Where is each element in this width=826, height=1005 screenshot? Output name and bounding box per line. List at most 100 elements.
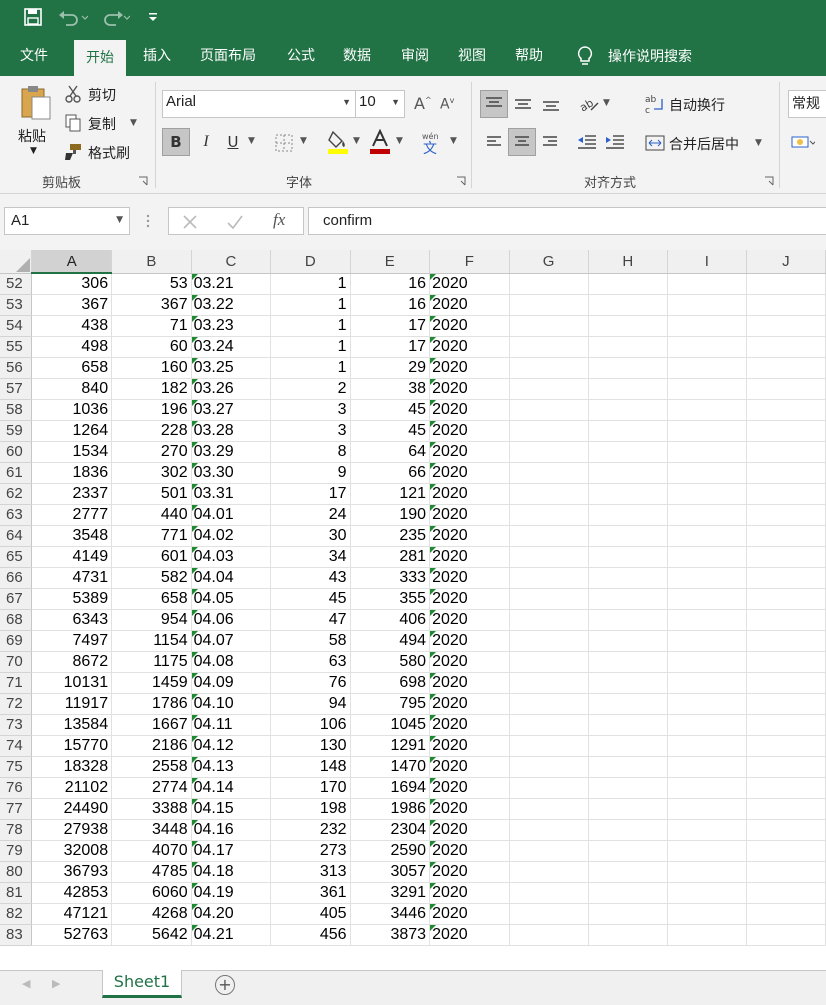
cell-empty[interactable]	[509, 693, 589, 715]
cell-a[interactable]: 4731	[31, 567, 113, 589]
cell-b[interactable]: 3388	[111, 798, 192, 820]
cell-empty[interactable]	[746, 693, 826, 715]
cell-empty[interactable]	[588, 294, 668, 316]
fill-color-icon[interactable]	[326, 128, 350, 156]
cell-b[interactable]: 228	[111, 420, 192, 442]
cell-empty[interactable]	[746, 840, 826, 862]
row-header[interactable]: 71	[0, 672, 33, 694]
cell-empty[interactable]	[667, 441, 747, 463]
cell-empty[interactable]	[746, 441, 826, 463]
cell-a[interactable]: 52763	[31, 924, 113, 946]
cell-d[interactable]: 1	[270, 336, 351, 358]
redo-icon[interactable]	[100, 6, 130, 28]
font-color-dropdown-icon[interactable]: ▼	[396, 136, 403, 146]
cell-a[interactable]: 367	[31, 294, 113, 316]
scroll-tabs-right-icon[interactable]: ▶	[52, 977, 60, 990]
customize-qat-icon[interactable]	[148, 6, 158, 28]
paste-icon[interactable]	[12, 82, 56, 122]
row-header[interactable]: 78	[0, 819, 33, 841]
underline-button[interactable]: U	[222, 128, 244, 156]
cell-e[interactable]: 29	[350, 357, 431, 379]
format-painter-button[interactable]: 格式刷	[88, 143, 130, 163]
cell-f[interactable]: 2020	[429, 693, 510, 715]
cell-a[interactable]: 5389	[31, 588, 113, 610]
cell-a[interactable]: 438	[31, 315, 113, 337]
cell-empty[interactable]	[588, 462, 668, 484]
cell-empty[interactable]	[588, 378, 668, 400]
row-header[interactable]: 76	[0, 777, 33, 799]
cell-empty[interactable]	[588, 840, 668, 862]
cell-empty[interactable]	[667, 903, 747, 925]
cell-b[interactable]: 60	[111, 336, 192, 358]
cell-d[interactable]: 34	[270, 546, 351, 568]
cell-empty[interactable]	[509, 357, 589, 379]
cell-b[interactable]: 1667	[111, 714, 192, 736]
cell-empty[interactable]	[667, 588, 747, 610]
cell-empty[interactable]	[746, 924, 826, 946]
cell-e[interactable]: 17	[350, 315, 431, 337]
merge-center-button[interactable]: 合并后居中	[669, 134, 739, 154]
cell-d[interactable]: 8	[270, 441, 351, 463]
cell-b[interactable]: 367	[111, 294, 192, 316]
cell-c[interactable]: 03.29	[191, 441, 272, 463]
cell-empty[interactable]	[588, 798, 668, 820]
column-header-f[interactable]: F	[429, 250, 510, 274]
cell-empty[interactable]	[509, 672, 589, 694]
align-bottom-icon[interactable]	[538, 90, 564, 118]
cell-e[interactable]: 121	[350, 483, 431, 505]
cell-c[interactable]: 04.17	[191, 840, 272, 862]
clipboard-launcher-icon[interactable]	[138, 176, 148, 186]
cell-empty[interactable]	[746, 315, 826, 337]
row-header[interactable]: 57	[0, 378, 33, 400]
cell-empty[interactable]	[667, 777, 747, 799]
cell-empty[interactable]	[509, 882, 589, 904]
cell-b[interactable]: 1786	[111, 693, 192, 715]
cell-empty[interactable]	[746, 525, 826, 547]
cell-a[interactable]: 6343	[31, 609, 113, 631]
phonetic-guide-icon[interactable]: wén 文	[418, 128, 444, 156]
cell-b[interactable]: 1459	[111, 672, 192, 694]
cell-empty[interactable]	[667, 735, 747, 757]
cell-empty[interactable]	[588, 693, 668, 715]
cell-a[interactable]: 36793	[31, 861, 113, 883]
cell-a[interactable]: 3548	[31, 525, 113, 547]
formula-bar-grip-icon[interactable]	[146, 213, 150, 229]
cell-b[interactable]: 3448	[111, 819, 192, 841]
cell-e[interactable]: 2304	[350, 819, 431, 841]
cell-b[interactable]: 501	[111, 483, 192, 505]
formula-input[interactable]: confirm	[308, 207, 826, 235]
cell-a[interactable]: 7497	[31, 630, 113, 652]
cell-f[interactable]: 2020	[429, 588, 510, 610]
tab-view[interactable]: 视图	[446, 36, 498, 76]
cell-a[interactable]: 13584	[31, 714, 113, 736]
cell-empty[interactable]	[509, 630, 589, 652]
tab-page-layout[interactable]: 页面布局	[188, 36, 268, 76]
wrap-text-button[interactable]: 自动换行	[669, 95, 725, 115]
save-icon[interactable]	[24, 6, 42, 28]
row-header[interactable]: 68	[0, 609, 33, 631]
merge-center-icon[interactable]	[644, 132, 666, 154]
cell-a[interactable]: 2337	[31, 483, 113, 505]
merge-dropdown-icon[interactable]: ▼	[755, 138, 762, 148]
cell-c[interactable]: 04.02	[191, 525, 272, 547]
cell-e[interactable]: 190	[350, 504, 431, 526]
cell-empty[interactable]	[746, 567, 826, 589]
row-header[interactable]: 55	[0, 336, 33, 358]
cell-a[interactable]: 18328	[31, 756, 113, 778]
cell-empty[interactable]	[667, 546, 747, 568]
cell-f[interactable]: 2020	[429, 504, 510, 526]
select-all-corner[interactable]	[0, 250, 33, 274]
cell-empty[interactable]	[588, 861, 668, 883]
column-header-e[interactable]: E	[350, 250, 431, 274]
cell-empty[interactable]	[509, 714, 589, 736]
cell-a[interactable]: 1836	[31, 462, 113, 484]
row-header[interactable]: 52	[0, 273, 33, 295]
cell-f[interactable]: 2020	[429, 378, 510, 400]
cell-e[interactable]: 406	[350, 609, 431, 631]
accounting-format-icon[interactable]	[790, 132, 816, 154]
cell-e[interactable]: 1470	[350, 756, 431, 778]
cell-empty[interactable]	[588, 651, 668, 673]
cell-c[interactable]: 03.23	[191, 315, 272, 337]
cell-e[interactable]: 3291	[350, 882, 431, 904]
cut-button[interactable]: 剪切	[88, 85, 116, 105]
